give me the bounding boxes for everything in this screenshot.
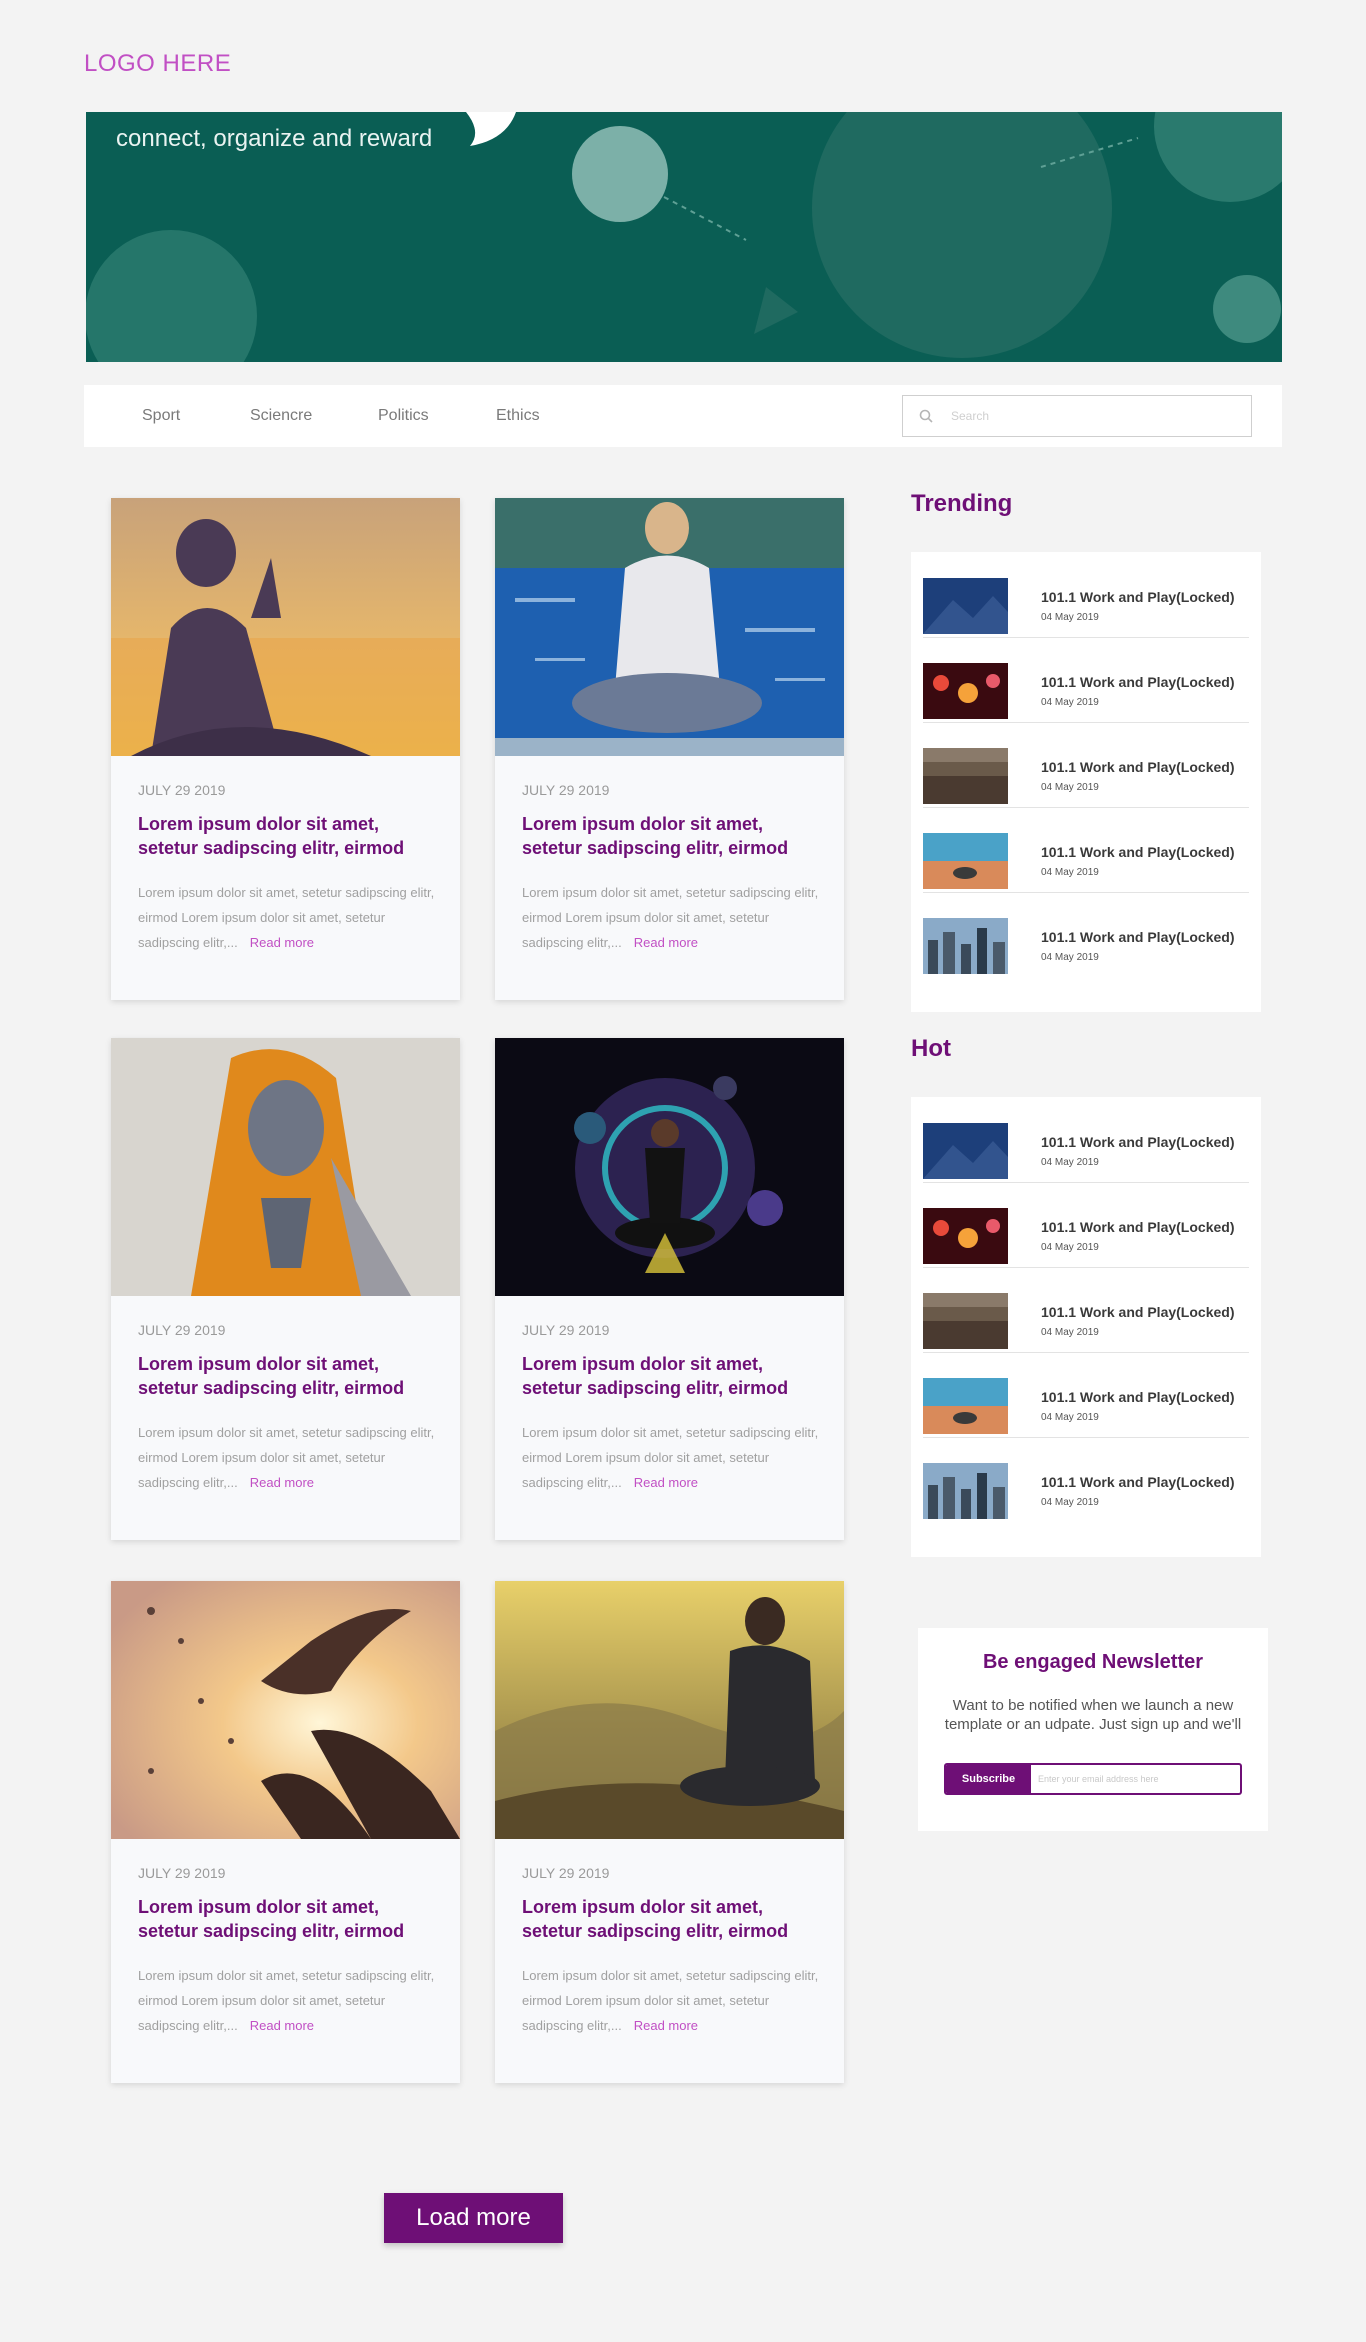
hot-item-date: 04 May 2019 xyxy=(1041,1412,1099,1423)
post-title[interactable]: Lorem ipsum dolor sit amet, setetur sadi… xyxy=(138,1895,438,1943)
search-input[interactable] xyxy=(951,404,1241,428)
post-card: JULY 29 2019 Lorem ipsum dolor sit amet,… xyxy=(111,498,460,1000)
post-image-mountain-hiker[interactable] xyxy=(495,1581,844,1839)
trending-item[interactable]: 101.1 Work and Play(Locked) 04 May 2019 xyxy=(923,552,1249,638)
hot-item-date: 04 May 2019 xyxy=(1041,1157,1099,1168)
hot-item-date: 04 May 2019 xyxy=(1041,1327,1099,1338)
trending-item-title: 101.1 Work and Play(Locked) xyxy=(1041,929,1235,945)
hot-item-date: 04 May 2019 xyxy=(1041,1497,1099,1508)
post-image-meditation-sunset[interactable] xyxy=(111,498,460,756)
hot-item[interactable]: 101.1 Work and Play(Locked) 04 May 2019 xyxy=(923,1267,1249,1353)
nav-item-politics[interactable]: Politics xyxy=(378,407,429,425)
trending-item-title: 101.1 Work and Play(Locked) xyxy=(1041,674,1235,690)
newsletter-form: Subscribe xyxy=(944,1763,1242,1795)
trending-item[interactable]: 101.1 Work and Play(Locked) 04 May 2019 xyxy=(923,807,1249,893)
trending-item-date: 04 May 2019 xyxy=(1041,697,1099,708)
post-date: JULY 29 2019 xyxy=(138,1322,226,1338)
thumb-heart-lights xyxy=(923,1208,1008,1264)
hot-item-date: 04 May 2019 xyxy=(1041,1242,1099,1253)
hot-item-title: 101.1 Work and Play(Locked) xyxy=(1041,1389,1235,1405)
thumb-mountain-night xyxy=(923,578,1008,634)
trending-item-title: 101.1 Work and Play(Locked) xyxy=(1041,759,1235,775)
hot-item-title: 101.1 Work and Play(Locked) xyxy=(1041,1219,1235,1235)
hot-item-title: 101.1 Work and Play(Locked) xyxy=(1041,1474,1235,1490)
trending-item-title: 101.1 Work and Play(Locked) xyxy=(1041,589,1235,605)
thumb-crowd xyxy=(923,1293,1008,1349)
hero-tagline: connect, organize and reward xyxy=(116,125,433,152)
subscribe-button[interactable]: Subscribe xyxy=(946,1765,1031,1793)
hot-item[interactable]: 101.1 Work and Play(Locked) 04 May 2019 xyxy=(923,1437,1249,1522)
hot-item[interactable]: 101.1 Work and Play(Locked) 04 May 2019 xyxy=(923,1097,1249,1183)
trending-item[interactable]: 101.1 Work and Play(Locked) 04 May 2019 xyxy=(923,637,1249,723)
thumb-beach-rock xyxy=(923,833,1008,889)
post-image-dove-hands[interactable] xyxy=(111,1581,460,1839)
hot-item-title: 101.1 Work and Play(Locked) xyxy=(1041,1134,1235,1150)
post-card: JULY 29 2019 Lorem ipsum dolor sit amet,… xyxy=(111,1038,460,1540)
hero-banner: connect, organize and reward xyxy=(86,112,1282,362)
hot-item-title: 101.1 Work and Play(Locked) xyxy=(1041,1304,1235,1320)
trending-item[interactable]: 101.1 Work and Play(Locked) 04 May 2019 xyxy=(923,722,1249,808)
nav-bar: Sport Sciencre Politics Ethics xyxy=(84,385,1282,447)
logo[interactable]: LOGO HERE xyxy=(84,50,231,78)
thumb-heart-lights xyxy=(923,663,1008,719)
post-title[interactable]: Lorem ipsum dolor sit amet, setetur sadi… xyxy=(138,1352,438,1400)
newsletter-heading: Be engaged Newsletter xyxy=(982,1651,1204,1673)
trending-item[interactable]: 101.1 Work and Play(Locked) 04 May 2019 xyxy=(923,892,1249,977)
post-card: JULY 29 2019 Lorem ipsum dolor sit amet,… xyxy=(111,1581,460,2083)
hot-item[interactable]: 101.1 Work and Play(Locked) 04 May 2019 xyxy=(923,1352,1249,1438)
post-card: JULY 29 2019 Lorem ipsum dolor sit amet,… xyxy=(495,498,844,1000)
post-card: JULY 29 2019 Lorem ipsum dolor sit amet,… xyxy=(495,1581,844,2083)
nav-item-sport[interactable]: Sport xyxy=(142,407,180,425)
post-image-cosmic-meditation[interactable] xyxy=(495,1038,844,1296)
load-more-button[interactable]: Load more xyxy=(384,2193,563,2243)
post-title[interactable]: Lorem ipsum dolor sit amet, setetur sadi… xyxy=(138,812,438,860)
trending-item-date: 04 May 2019 xyxy=(1041,782,1099,793)
post-card: JULY 29 2019 Lorem ipsum dolor sit amet,… xyxy=(495,1038,844,1540)
thumb-city-skyline xyxy=(923,918,1008,974)
post-date: JULY 29 2019 xyxy=(138,782,226,798)
post-title[interactable]: Lorem ipsum dolor sit amet, setetur sadi… xyxy=(522,812,822,860)
read-more-link[interactable]: Read more xyxy=(250,935,314,950)
post-excerpt: Lorem ipsum dolor sit amet, setetur sadi… xyxy=(522,1963,827,2038)
read-more-link[interactable]: Read more xyxy=(250,1475,314,1490)
post-excerpt: Lorem ipsum dolor sit amet, setetur sadi… xyxy=(138,1963,443,2038)
post-date: JULY 29 2019 xyxy=(522,1322,610,1338)
trending-item-date: 04 May 2019 xyxy=(1041,612,1099,623)
search-icon xyxy=(919,409,933,428)
newsletter-box: Be engaged Newsletter Want to be notifie… xyxy=(918,1628,1268,1831)
hot-heading: Hot xyxy=(911,1035,951,1062)
trending-list: 101.1 Work and Play(Locked) 04 May 2019 … xyxy=(911,552,1261,1012)
trending-item-date: 04 May 2019 xyxy=(1041,867,1099,878)
newsletter-text: Want to be notified when we launch a new… xyxy=(944,1697,1242,1733)
post-image-yoga-lake[interactable] xyxy=(495,498,844,756)
hot-item[interactable]: 101.1 Work and Play(Locked) 04 May 2019 xyxy=(923,1182,1249,1268)
trending-item-title: 101.1 Work and Play(Locked) xyxy=(1041,844,1235,860)
hot-list: 101.1 Work and Play(Locked) 04 May 2019 … xyxy=(911,1097,1261,1557)
read-more-link[interactable]: Read more xyxy=(634,1475,698,1490)
post-image-praying-woman[interactable] xyxy=(111,1038,460,1296)
post-excerpt: Lorem ipsum dolor sit amet, setetur sadi… xyxy=(522,880,827,955)
search-box xyxy=(902,395,1252,437)
post-date: JULY 29 2019 xyxy=(522,1865,610,1881)
read-more-link[interactable]: Read more xyxy=(634,2018,698,2033)
read-more-link[interactable]: Read more xyxy=(634,935,698,950)
post-excerpt: Lorem ipsum dolor sit amet, setetur sadi… xyxy=(138,880,443,955)
thumb-crowd xyxy=(923,748,1008,804)
nav-item-science[interactable]: Sciencre xyxy=(250,407,312,425)
post-date: JULY 29 2019 xyxy=(522,782,610,798)
thumb-mountain-night xyxy=(923,1123,1008,1179)
post-date: JULY 29 2019 xyxy=(138,1865,226,1881)
newsletter-email-input[interactable] xyxy=(1038,1769,1233,1789)
trending-item-date: 04 May 2019 xyxy=(1041,952,1099,963)
post-title[interactable]: Lorem ipsum dolor sit amet, setetur sadi… xyxy=(522,1352,822,1400)
thumb-city-skyline xyxy=(923,1463,1008,1519)
nav-item-ethics[interactable]: Ethics xyxy=(496,407,540,425)
post-title[interactable]: Lorem ipsum dolor sit amet, setetur sadi… xyxy=(522,1895,822,1943)
read-more-link[interactable]: Read more xyxy=(250,2018,314,2033)
post-excerpt: Lorem ipsum dolor sit amet, setetur sadi… xyxy=(138,1420,443,1495)
thumb-beach-rock xyxy=(923,1378,1008,1434)
post-excerpt: Lorem ipsum dolor sit amet, setetur sadi… xyxy=(522,1420,827,1495)
trending-heading: Trending xyxy=(911,490,1013,517)
